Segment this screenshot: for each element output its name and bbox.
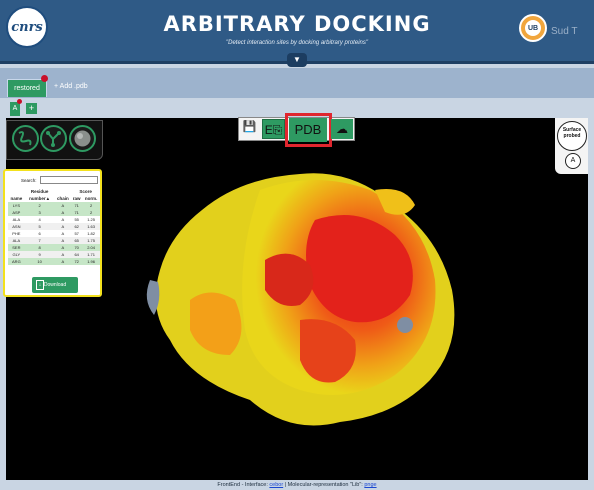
pdb-highlight-box xyxy=(285,113,332,147)
cell-norm: 2 xyxy=(82,202,100,209)
cell-raw: 71 xyxy=(71,202,83,209)
residue-group-header: Residue xyxy=(30,189,49,194)
partner-text: Sud T xyxy=(551,26,578,37)
partner-logo-text: UB xyxy=(525,20,541,36)
ball-stick-icon[interactable] xyxy=(40,125,67,152)
export-button[interactable]: E⎘ xyxy=(262,119,285,139)
table-row[interactable]: GLY 9 A 64 1.71 xyxy=(8,251,100,258)
ribbon-icon[interactable] xyxy=(12,125,39,152)
cell-chain: A xyxy=(54,223,72,230)
add-pdb-link[interactable]: + Add .pdb xyxy=(54,83,88,90)
cell-name: ASP xyxy=(8,209,25,216)
chevron-down-icon[interactable]: ▼ xyxy=(287,53,307,67)
app-subtitle: "Detect interaction sites by docking arb… xyxy=(226,40,368,46)
cell-chain: A xyxy=(54,202,72,209)
cell-norm: 1.71 xyxy=(82,251,100,258)
cell-norm: 1.25 xyxy=(87,217,95,222)
score-group-header: Score xyxy=(79,189,92,194)
cell-number: 2 xyxy=(24,202,55,209)
column-header-name[interactable]: name xyxy=(8,195,25,202)
cell-name: SER xyxy=(8,244,25,251)
tab-bar xyxy=(0,68,594,98)
cell-chain: A xyxy=(54,244,72,251)
cell-number: 5 xyxy=(24,223,55,230)
table-row[interactable]: ALA 4 A 55 1.25 xyxy=(8,216,100,223)
cell-number: 4 xyxy=(38,217,41,222)
footer: FrontEnd - Interface: cebor | Molecular-… xyxy=(0,480,594,490)
cell-name: ALA xyxy=(12,217,21,222)
cloud-upload-icon[interactable]: ☁ xyxy=(331,119,353,139)
cell-raw: 65 xyxy=(71,237,83,244)
footer-link-pnge[interactable]: pnge xyxy=(364,482,376,488)
chain-tab-a[interactable]: A xyxy=(10,102,20,116)
download-button[interactable]: ↓ Download xyxy=(32,277,78,293)
cell-name: GLY xyxy=(8,251,25,258)
search-input[interactable] xyxy=(40,176,98,184)
add-chain-button[interactable]: + xyxy=(26,103,37,114)
partner-logo: UB xyxy=(519,14,547,42)
cell-chain: A xyxy=(54,258,72,265)
footer-link-cebor[interactable]: cebor xyxy=(269,482,283,488)
cell-norm: 2 xyxy=(82,209,100,216)
cell-raw: 71 xyxy=(71,209,83,216)
cell-raw: 70 xyxy=(71,244,83,251)
residue-table: Residue Score name number▲ chain raw nor… xyxy=(8,188,100,265)
probe-chain-badge[interactable]: A xyxy=(565,153,581,169)
table-row[interactable]: PHE 6 A 57 1.82 xyxy=(8,230,100,237)
column-header-norm[interactable]: norm. xyxy=(82,195,100,202)
cell-norm: 1.82 xyxy=(87,231,95,236)
table-row[interactable]: SER 8 A 70 2.04 xyxy=(8,244,100,251)
tab-restored[interactable]: restored xyxy=(7,79,47,97)
cell-norm: 1.63 xyxy=(82,223,100,230)
column-header-number[interactable]: number▲ xyxy=(25,195,55,202)
cell-chain: A xyxy=(54,251,72,258)
cell-name: ALA xyxy=(8,237,25,244)
surface-icon[interactable] xyxy=(69,125,96,152)
residue-table-panel: Search: Residue Score name number▲ chain… xyxy=(3,169,102,297)
cell-raw: 72 xyxy=(71,258,83,265)
probe-label-line2: probed xyxy=(563,133,581,139)
footer-middle: | Molecular-representation "Lib": xyxy=(284,482,363,488)
floppy-disk-icon[interactable]: 💾 xyxy=(240,120,259,137)
cell-raw: 62 xyxy=(71,223,83,230)
cell-raw: 57 xyxy=(74,231,79,236)
cell-chain: A xyxy=(61,217,65,222)
close-dot-icon[interactable] xyxy=(41,75,48,82)
table-row[interactable]: ARG 10 A 72 1.96 xyxy=(8,258,100,265)
protein-surface[interactable] xyxy=(140,150,470,440)
cell-number: 8 xyxy=(24,244,55,251)
cell-raw: 55 xyxy=(74,217,79,222)
table-row[interactable]: ASN 5 A 62 1.63 xyxy=(8,223,100,230)
cell-number: 3 xyxy=(24,209,55,216)
cell-number: 7 xyxy=(24,237,55,244)
cell-name: LYS xyxy=(8,202,25,209)
cell-raw: 64 xyxy=(71,251,83,258)
download-label: Download xyxy=(43,282,67,288)
cell-norm: 1.75 xyxy=(82,237,100,244)
file-icon: ↓ xyxy=(36,280,44,290)
cell-norm: 2.04 xyxy=(82,244,100,251)
cell-name: ASN xyxy=(8,223,25,230)
table-row[interactable]: ASP 3 A 71 2 xyxy=(8,209,100,216)
surface-probed-badge: Surface probed xyxy=(557,121,587,151)
cell-number: 6 xyxy=(38,231,41,236)
footer-prefix: FrontEnd - Interface: xyxy=(217,482,268,488)
app-title: ARBITRARY DOCKING xyxy=(163,12,431,36)
cell-name: ARG xyxy=(8,258,25,265)
cell-chain: A xyxy=(54,209,72,216)
table-row[interactable]: LYS 2 A 71 2 xyxy=(8,202,100,209)
cell-chain: A xyxy=(61,231,65,236)
column-header-raw[interactable]: raw xyxy=(71,195,82,202)
close-dot-icon[interactable] xyxy=(17,99,22,104)
cell-norm: 1.96 xyxy=(82,258,100,265)
cell-number: 10 xyxy=(24,258,55,265)
column-header-chain[interactable]: chain xyxy=(54,195,71,202)
cell-number: 9 xyxy=(24,251,55,258)
search-label: Search: xyxy=(21,178,37,183)
cell-chain: A xyxy=(54,237,72,244)
cell-name: PHE xyxy=(12,231,21,236)
table-row[interactable]: ALA 7 A 65 1.75 xyxy=(8,237,100,244)
